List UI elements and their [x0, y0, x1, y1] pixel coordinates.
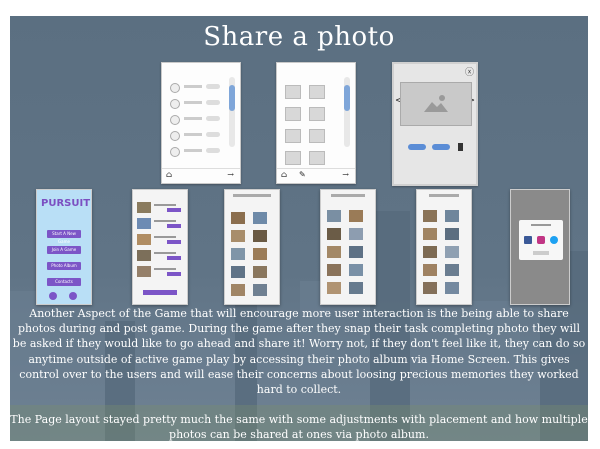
phone-task-list	[132, 189, 188, 305]
photo-thumbnail[interactable]	[253, 266, 267, 278]
arrow-right-icon: →	[227, 170, 234, 179]
photo-thumbnail[interactable]	[349, 282, 363, 294]
slide-title: Share a photo	[203, 22, 395, 52]
photo-thumbnail[interactable]	[253, 248, 267, 260]
header-bar	[429, 194, 459, 197]
phone-select-photos	[224, 189, 280, 305]
photo-placeholder	[309, 151, 325, 165]
photo-placeholder	[309, 85, 325, 99]
image-icon	[424, 95, 448, 112]
photo-thumbnail[interactable]	[423, 246, 437, 258]
list-item	[137, 234, 183, 246]
app-logo: PURSUIT	[41, 198, 91, 209]
home-icon: ⌂	[166, 170, 173, 179]
photo-thumbnail[interactable]	[445, 246, 459, 258]
photo-thumbnail[interactable]	[327, 282, 341, 294]
wireframe-row	[170, 147, 226, 157]
wireframe-navbar: ⌂ →	[162, 168, 240, 183]
phone-share-dialog	[510, 189, 570, 305]
bottom-button[interactable]	[143, 290, 177, 295]
header-bar	[331, 194, 365, 197]
wireframe-row	[170, 115, 226, 125]
wireframe-photo-viewer: ⓧ < >	[392, 62, 478, 186]
arrow-right-icon: →	[342, 170, 349, 179]
photo-thumbnail[interactable]	[349, 246, 363, 258]
photo-thumbnail[interactable]	[253, 230, 267, 242]
photo-thumbnail[interactable]	[445, 210, 459, 222]
wireframe-share-list: ⌂ →	[161, 62, 241, 184]
close-icon[interactable]: ⓧ	[465, 65, 474, 78]
start-game-button[interactable]: Start A New Game	[47, 230, 81, 244]
photo-thumbnail[interactable]	[231, 248, 245, 260]
photo-thumbnail[interactable]	[327, 246, 341, 258]
description: Another Aspect of the Game that will enc…	[10, 306, 588, 441]
photo-placeholder	[285, 151, 301, 165]
wireframe-row	[170, 99, 226, 109]
phone-home-screen: PURSUIT Start A New Game Join A Game Pho…	[36, 189, 92, 305]
trash-icon[interactable]	[458, 143, 463, 151]
list-item	[137, 250, 183, 262]
list-item	[137, 218, 183, 230]
contacts-button[interactable]: Contacts	[47, 278, 81, 286]
cat-icon	[69, 292, 77, 300]
photo-thumbnail[interactable]	[253, 284, 267, 296]
canvas: Share a photo ⌂ → ⌂ ✎ → ⓧ < PURSUIT Star…	[0, 0, 600, 449]
photo-thumbnail[interactable]	[423, 282, 437, 294]
list-item	[137, 266, 183, 278]
photo-thumbnail[interactable]	[445, 282, 459, 294]
scrollbar	[344, 77, 350, 147]
header-bar	[233, 194, 271, 197]
wireframe-row	[170, 131, 226, 141]
phone-select-photos-2	[320, 189, 376, 305]
cat-icon	[49, 292, 57, 300]
photo-placeholder	[285, 85, 301, 99]
photo-thumbnail[interactable]	[327, 210, 341, 222]
list-item	[137, 202, 183, 214]
photo-thumbnail[interactable]	[349, 210, 363, 222]
phone-album	[416, 189, 472, 305]
photo-thumbnail[interactable]	[231, 266, 245, 278]
photo-placeholder	[285, 129, 301, 143]
photo-thumbnail[interactable]	[445, 264, 459, 276]
instagram-icon[interactable]	[537, 236, 545, 244]
slide: Share a photo ⌂ → ⌂ ✎ → ⓧ < PURSUIT Star…	[10, 16, 588, 441]
photo-thumbnail[interactable]	[349, 264, 363, 276]
photo-thumbnail[interactable]	[231, 230, 245, 242]
save-button[interactable]	[432, 144, 450, 150]
photo-thumbnail[interactable]	[327, 228, 341, 240]
photo-placeholder	[309, 129, 325, 143]
share-dialog	[519, 220, 563, 260]
photo-placeholder	[400, 82, 472, 126]
twitter-icon[interactable]	[550, 236, 558, 244]
cancel-button[interactable]	[533, 251, 549, 255]
photo-album-button[interactable]: Photo Album	[47, 262, 81, 270]
home-icon: ⌂	[281, 170, 288, 179]
pencil-icon: ✎	[299, 170, 306, 179]
scrollbar	[229, 77, 235, 147]
photo-placeholder	[309, 107, 325, 121]
facebook-icon[interactable]	[524, 236, 532, 244]
photo-placeholder	[285, 107, 301, 121]
photo-thumbnail[interactable]	[231, 212, 245, 224]
description-paragraph-2: The Page layout stayed pretty much the s…	[10, 413, 588, 441]
photo-thumbnail[interactable]	[445, 228, 459, 240]
photo-thumbnail[interactable]	[423, 264, 437, 276]
photo-thumbnail[interactable]	[327, 264, 341, 276]
photo-thumbnail[interactable]	[253, 212, 267, 224]
share-button[interactable]	[408, 144, 426, 150]
join-game-button[interactable]: Join A Game	[47, 246, 81, 254]
description-paragraph-1: Another Aspect of the Game that will enc…	[12, 307, 586, 397]
wireframe-navbar: ⌂ ✎ →	[277, 168, 355, 183]
wireframe-row	[170, 83, 226, 93]
photo-thumbnail[interactable]	[423, 210, 437, 222]
wireframe-photo-album: ⌂ ✎ →	[276, 62, 356, 184]
photo-thumbnail[interactable]	[349, 228, 363, 240]
dialog-title-bar	[531, 224, 551, 226]
photo-thumbnail[interactable]	[423, 228, 437, 240]
photo-thumbnail[interactable]	[231, 284, 245, 296]
